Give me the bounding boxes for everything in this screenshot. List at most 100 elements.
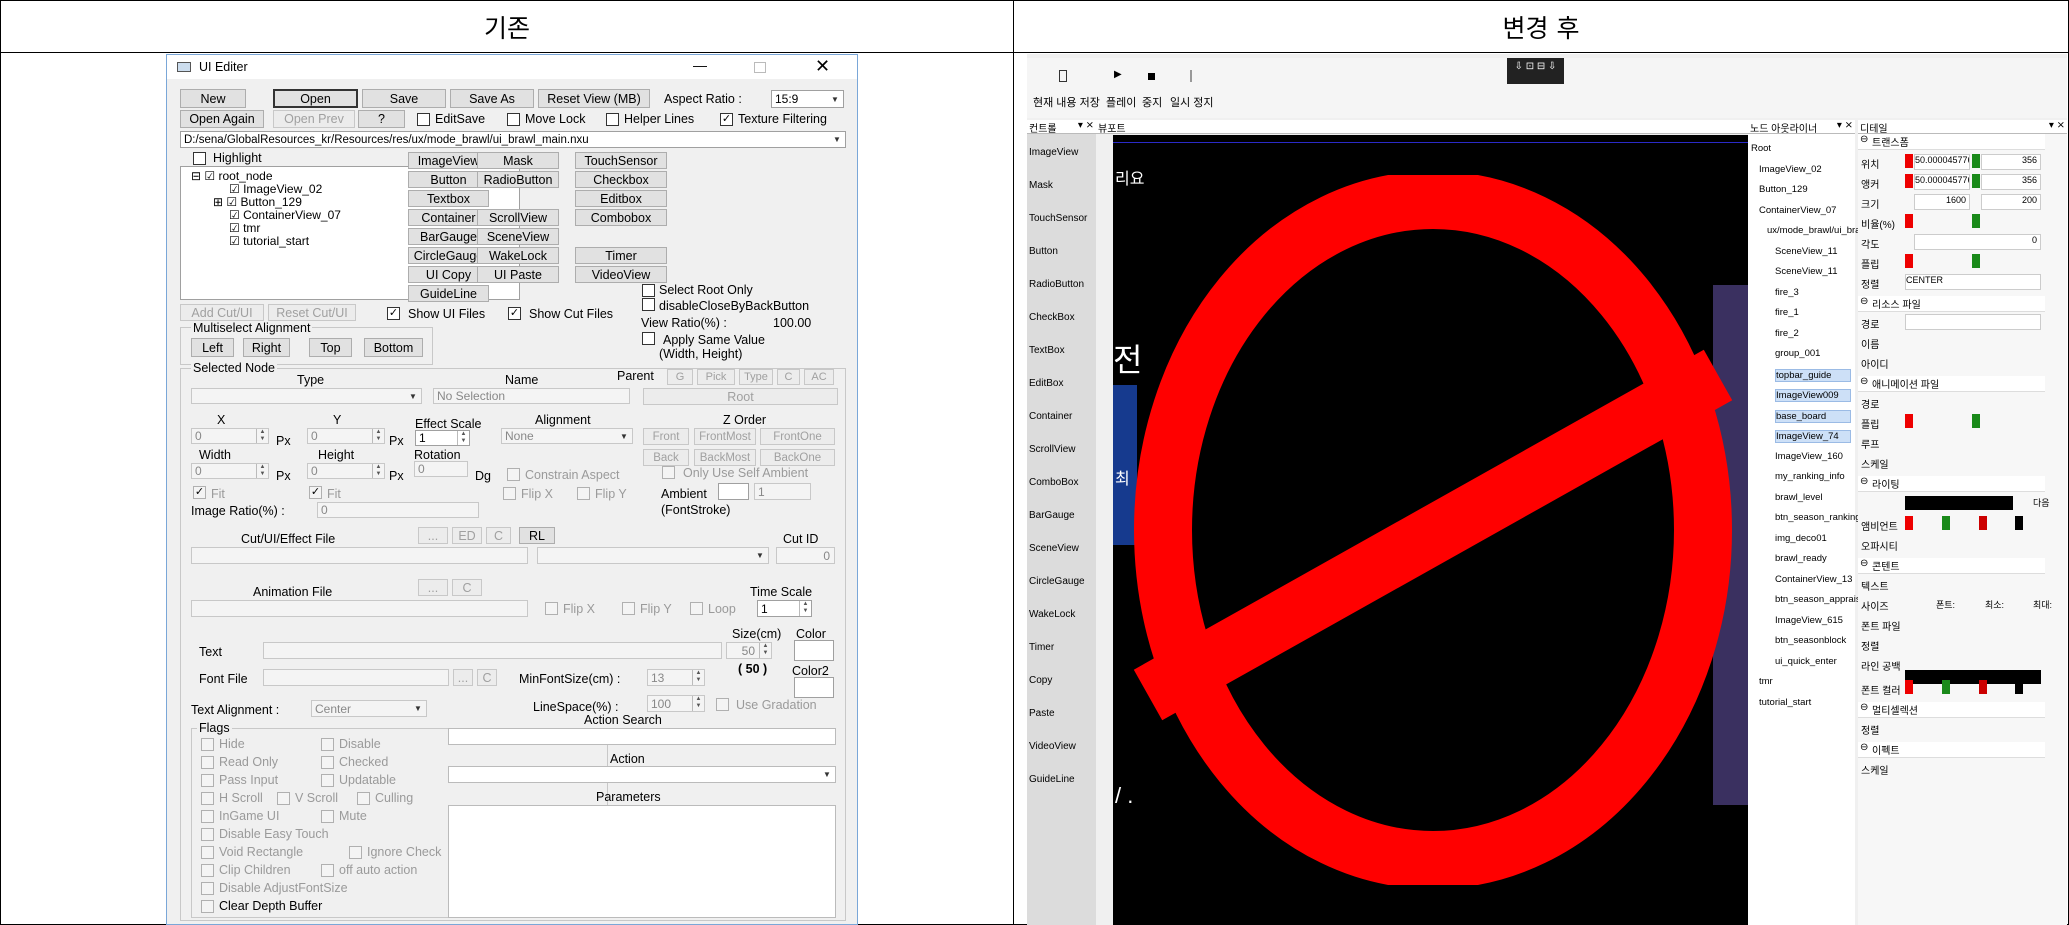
palette-item-copy[interactable]: Copy bbox=[1029, 675, 1052, 686]
outliner-item[interactable]: btn_seasonblock bbox=[1775, 635, 1846, 646]
anim-file-browse-button[interactable]: ... bbox=[418, 579, 448, 596]
root-button[interactable]: Root bbox=[643, 388, 838, 405]
flag-disable-easy-touch-checkbox[interactable] bbox=[201, 828, 214, 841]
open-again-button[interactable]: Open Again bbox=[180, 110, 264, 128]
parent-ac-button[interactable]: AC bbox=[804, 369, 834, 385]
toolbar-save-label[interactable]: 현재 내용 저장 bbox=[1033, 94, 1100, 110]
zorder-frontone-button[interactable]: FrontOne bbox=[760, 428, 835, 445]
new-button[interactable]: New bbox=[180, 89, 246, 108]
control-guideline-button[interactable]: GuideLine bbox=[408, 285, 489, 302]
color-box[interactable] bbox=[794, 640, 834, 661]
reset-view-button[interactable]: Reset View (MB) bbox=[538, 89, 650, 108]
lighting-color-bar[interactable] bbox=[1905, 496, 2013, 510]
outliner-item[interactable]: Button_129 bbox=[1759, 184, 1808, 195]
tree-item-root[interactable]: ⊟ ☑ root_node bbox=[191, 169, 273, 183]
pos-y-input[interactable]: 356 bbox=[1981, 154, 2041, 170]
use-gradation-checkbox[interactable] bbox=[716, 698, 729, 711]
parameters-box[interactable] bbox=[448, 805, 836, 918]
spinner-icon[interactable]: ▲ ▼ bbox=[256, 429, 268, 443]
size-input[interactable]: 50 ▲ ▼ bbox=[726, 642, 772, 659]
move-lock-checkbox[interactable] bbox=[507, 113, 520, 126]
control-checkbox-button[interactable]: Checkbox bbox=[575, 171, 667, 188]
anchor-y-input[interactable]: 356 bbox=[1981, 174, 2041, 190]
palette-item-wakelock[interactable]: WakeLock bbox=[1029, 609, 1075, 620]
palette-item-radiobutton[interactable]: RadioButton bbox=[1029, 279, 1084, 290]
aspect-ratio-select[interactable]: 15:9 ▼ bbox=[771, 90, 844, 108]
outliner-item[interactable]: ui_quick_enter bbox=[1775, 656, 1837, 667]
zorder-back-button[interactable]: Back bbox=[643, 449, 689, 466]
pos-x-input[interactable]: 50.00004577636 bbox=[1914, 154, 1970, 170]
close-icon[interactable]: ✕ bbox=[815, 56, 830, 77]
save-as-button[interactable]: Save As bbox=[450, 89, 534, 108]
type-select[interactable]: ▼ bbox=[191, 388, 422, 404]
apply-same-checkbox[interactable] bbox=[642, 332, 655, 345]
spinner-icon[interactable]: ▲ ▼ bbox=[256, 464, 268, 478]
min-font-input[interactable]: 13 ▲ ▼ bbox=[647, 669, 705, 686]
flag-pass-input-checkbox[interactable] bbox=[201, 774, 214, 787]
outliner-item[interactable]: img_deco01 bbox=[1775, 533, 1827, 544]
outliner-item[interactable]: btn_season_ranking bbox=[1775, 512, 1861, 523]
anim-flipx-checkbox[interactable] bbox=[545, 602, 558, 615]
ambient-value-input[interactable]: 1 bbox=[754, 483, 811, 500]
helper-lines-checkbox[interactable] bbox=[606, 113, 619, 126]
rl-button[interactable]: RL bbox=[519, 527, 555, 544]
flag-disable-checkbox[interactable] bbox=[321, 738, 334, 751]
rotation-input[interactable]: 0 bbox=[414, 461, 468, 477]
action-select[interactable]: ▼ bbox=[448, 766, 836, 783]
outliner-item[interactable]: base_board bbox=[1775, 409, 1851, 423]
align-top-button[interactable]: Top bbox=[309, 338, 352, 357]
font-browse-button[interactable]: ... bbox=[453, 669, 473, 686]
flipx-checkbox[interactable] bbox=[503, 487, 516, 500]
palette-item-scrollview[interactable]: ScrollView bbox=[1029, 444, 1076, 455]
size-x-input[interactable]: 1600 bbox=[1914, 194, 1970, 210]
zorder-backmost-button[interactable]: BackMost bbox=[694, 449, 756, 466]
spinner-icon[interactable]: ▲ ▼ bbox=[799, 601, 811, 616]
control-videoview-button[interactable]: VideoView bbox=[575, 266, 667, 283]
outliner-item[interactable]: ImageView_160 bbox=[1775, 451, 1843, 462]
palette-item-sceneview[interactable]: SceneView bbox=[1029, 543, 1079, 554]
section-content[interactable]: ⊖ 콘텐트 bbox=[1858, 558, 2045, 574]
palette-item-timer[interactable]: Timer bbox=[1029, 642, 1054, 653]
align-bottom-button[interactable]: Bottom bbox=[364, 338, 423, 357]
line-space-input[interactable]: 100 ▲ ▼ bbox=[647, 695, 705, 712]
ed-button[interactable]: ED bbox=[452, 527, 482, 544]
font-file-input[interactable] bbox=[263, 669, 449, 686]
control-mask-button[interactable]: Mask bbox=[477, 152, 559, 169]
control-textbox-button[interactable]: Textbox bbox=[408, 190, 489, 207]
alignment-select[interactable]: None ▼ bbox=[501, 428, 633, 444]
outliner-item[interactable]: brawl_level bbox=[1775, 492, 1823, 503]
palette-item-videoview[interactable]: VideoView bbox=[1029, 741, 1076, 752]
spinner-icon[interactable]: ▲ ▼ bbox=[372, 429, 384, 443]
anim-flipy-checkbox[interactable] bbox=[622, 602, 635, 615]
tree-item[interactable]: ☑ ContainerView_07 bbox=[229, 208, 341, 222]
toolbar-play-label[interactable]: 플레이 bbox=[1106, 94, 1136, 110]
outliner-item[interactable]: topbar_guide bbox=[1775, 368, 1851, 382]
toolbar-stop-label[interactable]: 중지 bbox=[1142, 94, 1162, 110]
align-select[interactable]: CENTER bbox=[1905, 274, 2041, 290]
ambient-color-box[interactable] bbox=[718, 483, 749, 500]
control-ui-paste-button[interactable]: UI Paste bbox=[477, 266, 559, 283]
open-prev-button[interactable]: Open Prev bbox=[273, 110, 355, 128]
outliner-item[interactable]: ImageView_02 bbox=[1759, 164, 1822, 175]
pin-icon[interactable]: ▾ ⨯ bbox=[2049, 120, 2065, 131]
control-editbox-button[interactable]: Editbox bbox=[575, 190, 667, 207]
parent-c-button[interactable]: C bbox=[777, 369, 800, 385]
outliner-item[interactable]: ImageView009 bbox=[1775, 389, 1851, 402]
outliner-item[interactable]: ImageView_615 bbox=[1775, 615, 1843, 626]
section-transform[interactable]: ⊖ 트랜스폼 bbox=[1858, 134, 2045, 150]
y-input[interactable]: 0 ▲ ▼ bbox=[307, 428, 385, 444]
save-button[interactable]: Save bbox=[362, 89, 446, 108]
self-ambient-checkbox[interactable] bbox=[662, 466, 675, 479]
add-cut-button[interactable]: Add Cut/UI bbox=[180, 304, 264, 321]
flag-read-only-checkbox[interactable] bbox=[201, 756, 214, 769]
constrain-checkbox[interactable] bbox=[507, 468, 520, 481]
outliner-item[interactable]: btn_season_appraisal bbox=[1775, 594, 1868, 605]
pin-icon[interactable]: ▾ ⨯ bbox=[1078, 120, 1094, 131]
show-ui-files-checkbox[interactable]: ✓ bbox=[387, 307, 400, 320]
parent-pick-button[interactable]: Pick bbox=[697, 369, 735, 385]
flag-hide-checkbox[interactable] bbox=[201, 738, 214, 751]
anim-file-clear-button[interactable]: C bbox=[452, 579, 482, 596]
palette-item-container[interactable]: Container bbox=[1029, 411, 1072, 422]
palette-item-circlegauge[interactable]: CircleGauge bbox=[1029, 576, 1085, 587]
tree-item[interactable]: ☑ ImageView_02 bbox=[229, 182, 322, 196]
